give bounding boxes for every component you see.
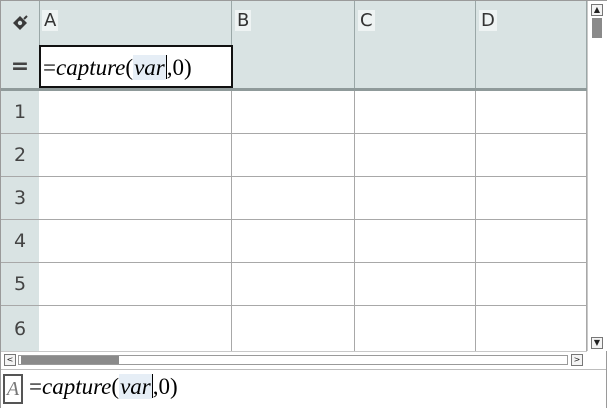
scroll-down-icon[interactable]: ▼: [591, 337, 603, 349]
column-header-d[interactable]: D: [476, 1, 587, 45]
cell-a3[interactable]: [39, 177, 232, 219]
cell-a5[interactable]: [39, 263, 232, 305]
row-header[interactable]: 3: [1, 177, 40, 219]
column-header-a[interactable]: A: [39, 1, 232, 45]
formula-cell-d[interactable]: [476, 45, 587, 88]
var-argument[interactable]: var: [133, 55, 166, 80]
table-row: 3: [1, 177, 587, 220]
scroll-left-icon[interactable]: <: [4, 354, 16, 366]
table-row: 1: [1, 91, 587, 134]
cell-b4[interactable]: [232, 220, 355, 262]
horizontal-scrollbar[interactable]: < >: [1, 351, 587, 369]
cell-c4[interactable]: [355, 220, 476, 262]
row-header[interactable]: 1: [1, 91, 40, 133]
cell-b5[interactable]: [232, 263, 355, 305]
row-header[interactable]: 5: [1, 263, 40, 305]
entry-var-argument[interactable]: var: [119, 374, 152, 399]
cell-b6[interactable]: [232, 306, 355, 351]
spreadsheet-window: A B C D = =capture(var,0) 1 2 3 4 5 6 ▲ …: [0, 0, 607, 408]
entry-cell-reference: A: [3, 374, 23, 404]
column-header-row: A B C D: [1, 1, 587, 46]
cell-d1[interactable]: [476, 91, 587, 133]
cell-b2[interactable]: [232, 134, 355, 176]
entry-line[interactable]: A =capture(var,0): [1, 369, 606, 408]
cell-b1[interactable]: [232, 91, 355, 133]
formula-cell-a[interactable]: =capture(var,0): [39, 45, 233, 88]
column-header-b[interactable]: B: [232, 1, 355, 45]
horizontal-scroll-thumb[interactable]: [21, 356, 119, 364]
table-row: 2: [1, 134, 587, 177]
formula-cell-b[interactable]: [233, 45, 355, 88]
entry-formula-text[interactable]: =capture(var,0): [29, 374, 178, 400]
cell-d2[interactable]: [476, 134, 587, 176]
cell-d5[interactable]: [476, 263, 587, 305]
cell-c2[interactable]: [355, 134, 476, 176]
cell-a2[interactable]: [39, 134, 232, 176]
scroll-right-icon[interactable]: >: [571, 354, 583, 366]
column-formula-row: = =capture(var,0): [1, 45, 587, 91]
scroll-up-icon[interactable]: ▲: [591, 4, 603, 16]
formula-cell-c[interactable]: [355, 45, 476, 88]
formula-row-label: =: [1, 45, 40, 88]
table-row: 6: [1, 306, 587, 351]
cell-c6[interactable]: [355, 306, 476, 351]
cell-c3[interactable]: [355, 177, 476, 219]
column-header-c[interactable]: C: [355, 1, 476, 45]
row-header[interactable]: 4: [1, 220, 40, 262]
cell-d6[interactable]: [476, 306, 587, 351]
row-header[interactable]: 2: [1, 134, 40, 176]
cell-d3[interactable]: [476, 177, 587, 219]
table-row: 4: [1, 220, 587, 263]
cell-a1[interactable]: [39, 91, 232, 133]
column-tag-icon[interactable]: [1, 1, 40, 45]
row-header[interactable]: 6: [1, 306, 40, 351]
formula-cell-a-text[interactable]: =capture(var,0): [43, 55, 192, 81]
vertical-scrollbar[interactable]: ▲ ▼: [587, 1, 607, 351]
cell-b3[interactable]: [232, 177, 355, 219]
cell-a4[interactable]: [39, 220, 232, 262]
table-row: 5: [1, 263, 587, 306]
cell-c1[interactable]: [355, 91, 476, 133]
vertical-scroll-thumb[interactable]: [592, 18, 602, 38]
cell-c5[interactable]: [355, 263, 476, 305]
cell-d4[interactable]: [476, 220, 587, 262]
cell-a6[interactable]: [39, 306, 232, 351]
